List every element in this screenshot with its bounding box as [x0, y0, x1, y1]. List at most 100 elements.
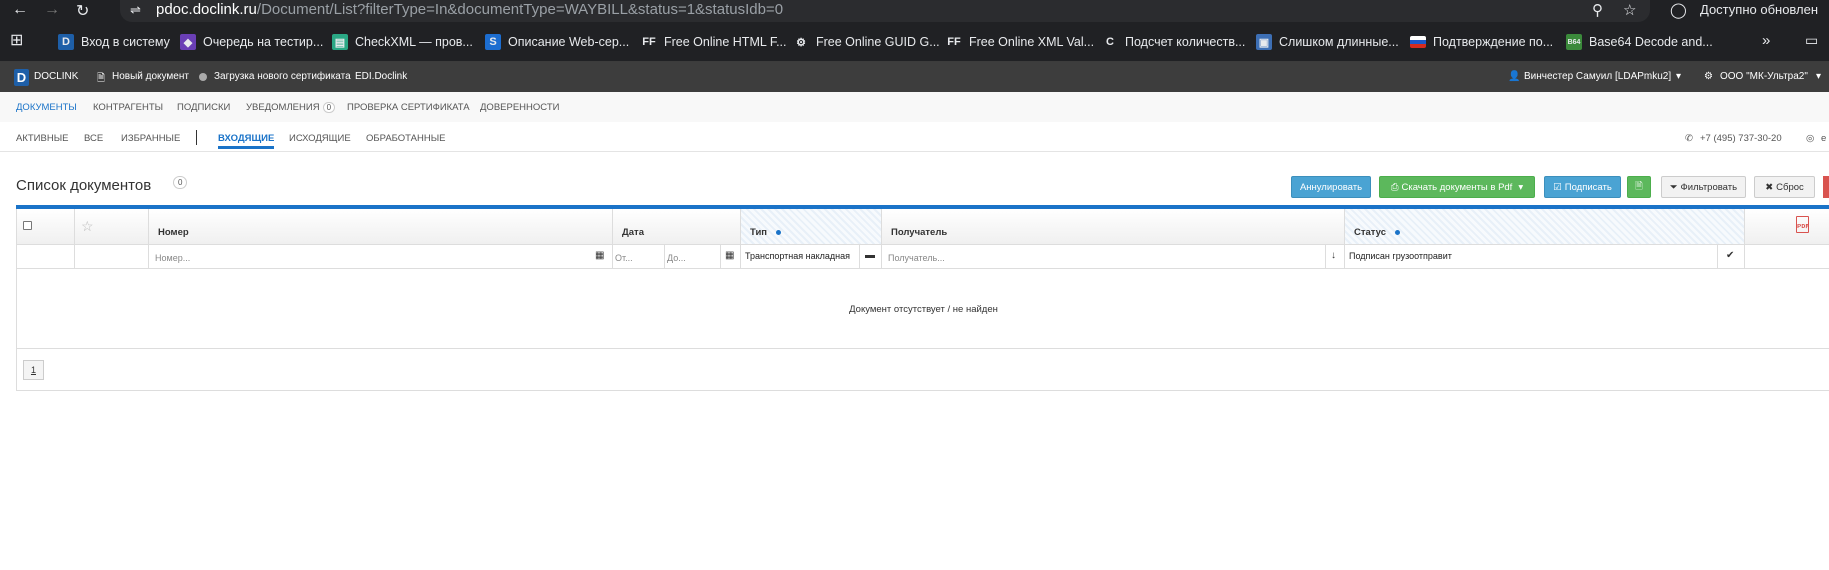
zoom-icon[interactable]: ⚲ [1592, 1, 1603, 19]
pdf-icon[interactable]: ᴘᴅꜰ [1796, 216, 1809, 233]
pdf-column: ᴘᴅꜰ [1745, 209, 1829, 244]
tab-notifications[interactable]: УВЕДОМЛЕНИЯ 0 [246, 102, 336, 113]
support-phone[interactable]: +7 (495) 737-30-20 [1700, 133, 1782, 144]
header-recipient-label: Получатель [891, 227, 948, 238]
profile-icon[interactable]: ◯ [1670, 1, 1687, 19]
bookmark-item[interactable]: ◆ Очередь на тестир... [180, 33, 323, 51]
chevron-down-icon[interactable]: ▾ [1676, 71, 1681, 82]
bookmark-label: Free Online XML Val... [969, 35, 1095, 49]
filter-processed[interactable]: ОБРАБОТАННЫЕ [366, 133, 445, 144]
sign-button[interactable]: ☑ Подписать [1544, 176, 1621, 198]
tab-certificate-check[interactable]: ПРОВЕРКА СЕРТИФИКАТА [347, 102, 470, 113]
url-field[interactable]: ⇌ pdoc.doclink.ru/Document/List?filterTy… [120, 0, 1650, 22]
document-icon: ▤ [332, 34, 348, 50]
document-icon: 🗎 [97, 73, 106, 84]
number-filter-input[interactable]: Номер... ▦ [149, 244, 613, 269]
download-arrow-icon[interactable]: ↓ [1326, 244, 1345, 269]
bookmark-item[interactable]: Подтверждение по... [1410, 33, 1553, 51]
filter-label: Фильтровать [1680, 181, 1738, 193]
filter-icon: ⏷ [1669, 181, 1678, 193]
filter-active[interactable]: АКТИВНЫЕ [16, 133, 68, 144]
reset-button[interactable]: ✖ Сброс [1754, 176, 1815, 198]
bookmark-label: Слишком длинные... [1279, 35, 1399, 49]
header-recipient[interactable]: Получатель [882, 209, 1345, 244]
header-date[interactable]: Дата [613, 209, 741, 244]
recipient-filter-placeholder: Получатель... [888, 253, 945, 263]
upload-certificate-link[interactable]: Загрузка нового сертификата [214, 71, 351, 82]
support-email[interactable]: e [1821, 133, 1826, 144]
header-number[interactable]: Номер [149, 209, 613, 244]
doclink-logo-icon[interactable]: D [14, 69, 29, 86]
app-topbar: D DOCLINK 🗎 Новый документ Загрузка ново… [0, 62, 1829, 92]
select-all-checkbox[interactable] [23, 221, 32, 230]
bookmark-star-icon[interactable]: ☆ [1623, 1, 1636, 19]
folder-icon[interactable]: ▭ [1805, 31, 1818, 49]
briefcase-icon[interactable]: ▬ [860, 244, 882, 269]
new-document-link[interactable]: Новый документ [112, 71, 189, 82]
apps-grid-icon[interactable]: ⊞ [10, 31, 23, 49]
favorite-column: ☆ [75, 209, 149, 244]
calendar-icon[interactable]: ▦ [721, 244, 741, 269]
notifications-count-badge: 0 [322, 102, 336, 113]
organization-menu[interactable]: ООО "МК-Ультра2" [1720, 71, 1808, 82]
delete-button[interactable] [1823, 176, 1829, 198]
bookmark-label: Подтверждение по... [1433, 35, 1554, 49]
recipient-filter-input[interactable]: Получатель... [882, 244, 1326, 269]
email-icon: ◎ [1806, 133, 1815, 144]
tab-documents[interactable]: ДОКУМЕНТЫ [16, 102, 77, 113]
type-filter-select[interactable]: Транспортная накладная [741, 244, 860, 269]
bookmark-item[interactable]: D Вход в систему [58, 33, 170, 51]
update-available-button[interactable]: Доступно обновлен [1700, 2, 1818, 17]
reload-icon[interactable]: ↻ [76, 1, 89, 21]
tab-counterparties[interactable]: КОНТРАГЕНТЫ [93, 102, 163, 113]
bookmark-label: Free Online GUID G... [816, 35, 940, 49]
bookmark-item[interactable]: ⚙ Free Online GUID G... [793, 33, 940, 51]
edi-link[interactable]: EDI.Doclink [355, 71, 407, 82]
type-filter-value: Транспортная накладная [745, 251, 851, 261]
bookmark-item[interactable]: B64 Base64 Decode and... [1566, 33, 1713, 51]
checkmark-icon[interactable]: ✔ [1718, 244, 1745, 269]
url-path: /Document/List?filterType=In&documentTyp… [256, 1, 784, 18]
page-1-button[interactable]: 1 [23, 360, 44, 380]
certificate-icon [199, 73, 207, 81]
filter-cell-empty [75, 244, 149, 269]
filter-outgoing[interactable]: ИСХОДЯЩИЕ [289, 133, 351, 144]
more-bookmarks-icon[interactable]: » [1762, 31, 1770, 49]
filter-favorites[interactable]: ИЗБРАННЫЕ [121, 133, 180, 144]
date-to-input[interactable]: До... [665, 244, 721, 269]
back-arrow-icon[interactable]: ← [12, 1, 28, 19]
image-icon: ▣ [1256, 34, 1272, 50]
bookmark-label: Подсчет количеств... [1125, 35, 1246, 49]
tab-notifications-label: УВЕДОМЛЕНИЯ [246, 102, 320, 113]
header-status[interactable]: Статус [1345, 209, 1745, 244]
bookmark-item[interactable]: ▣ Слишком длинные... [1256, 33, 1399, 51]
brand-name[interactable]: DOCLINK [34, 71, 78, 82]
bookmark-item[interactable]: S Описание Web-сер... [485, 33, 629, 51]
status-filter-select[interactable]: Подписан грузоотправит [1345, 244, 1718, 269]
close-icon: ✖ [1765, 181, 1774, 193]
site-info-icon[interactable]: ⇌ [130, 2, 141, 18]
chevron-down-icon[interactable]: ▾ [1816, 71, 1821, 82]
header-type[interactable]: Тип [741, 209, 882, 244]
forward-arrow-icon[interactable]: → [44, 1, 60, 19]
tab-powers-of-attorney[interactable]: ДОВЕРЕННОСТИ [480, 102, 559, 113]
filter-incoming[interactable]: ВХОДЯЩИЕ [218, 133, 275, 149]
bookmark-item[interactable]: C Подсчет количеств... [1102, 33, 1245, 51]
bookmark-item[interactable]: FF Free Online HTML F... [641, 33, 787, 51]
annul-button[interactable]: Аннулировать [1291, 176, 1371, 198]
tab-subscriptions[interactable]: ПОДПИСКИ [177, 102, 230, 113]
filter-all[interactable]: ВСЕ [84, 133, 103, 144]
export-excel-icon[interactable]: 🗎 [1627, 176, 1651, 198]
browser-address-bar: ← → ↻ ⇌ pdoc.doclink.ru/Document/List?fi… [0, 0, 1829, 22]
filter-button[interactable]: ⏷ Фильтровать [1661, 176, 1746, 198]
date-from-input[interactable]: От... [613, 244, 665, 269]
doclink-icon: D [58, 34, 74, 50]
user-menu[interactable]: Винчестер Самуил [LDAPmku2] [1524, 71, 1671, 82]
bookmark-item[interactable]: ▤ CheckXML — пров... [332, 33, 473, 51]
calendar-grid-icon[interactable]: ▦ [595, 250, 604, 261]
bookmark-item[interactable]: FF Free Online XML Val... [946, 33, 1094, 51]
star-icon[interactable]: ☆ [81, 218, 94, 235]
download-pdf-button[interactable]: ⎙ Скачать документы в Pdf ▾ [1379, 176, 1535, 198]
user-icon: 👤 [1508, 71, 1521, 82]
secondary-nav: АКТИВНЫЕ ВСЕ ИЗБРАННЫЕ ВХОДЯЩИЕ ИСХОДЯЩИ… [0, 122, 1829, 152]
